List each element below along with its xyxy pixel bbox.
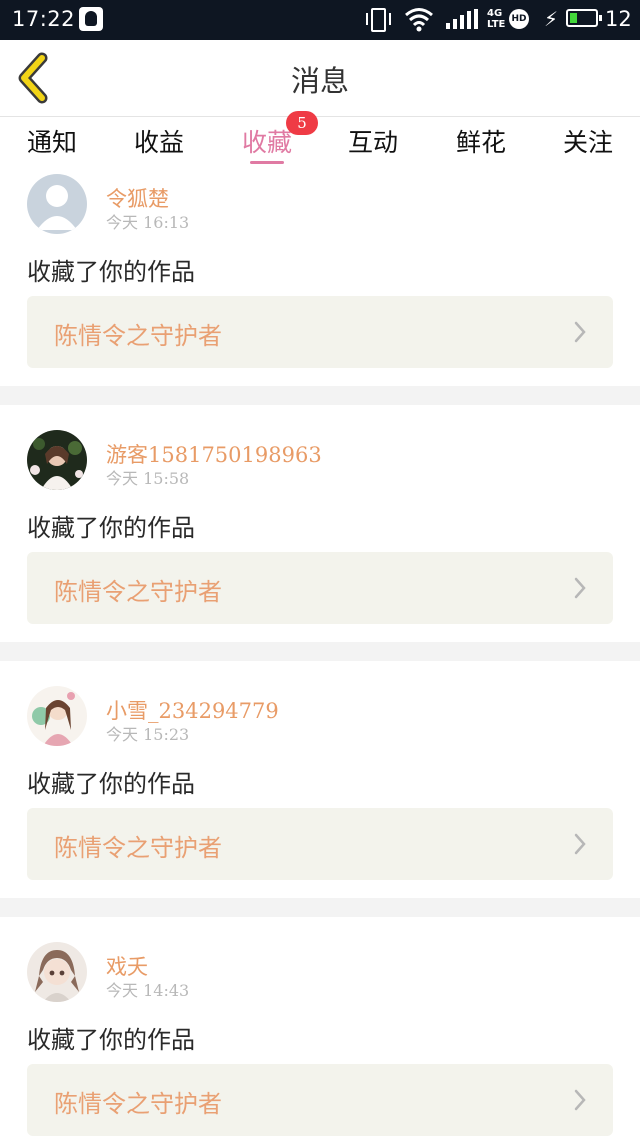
work-title: 陈情令之守护者 xyxy=(54,578,222,606)
default-avatar-icon xyxy=(27,174,87,234)
battery-percent: 12 xyxy=(605,7,632,31)
photo-avatar-icon xyxy=(27,430,87,490)
battery-icon xyxy=(566,9,602,27)
tab-notifications[interactable]: 通知 xyxy=(12,123,92,159)
status-bar: 17:22 4G LTE HD ⚡ 12 xyxy=(0,0,640,40)
status-time: 17:22 xyxy=(12,7,76,31)
chevron-right-icon xyxy=(574,577,586,599)
avatar[interactable] xyxy=(27,430,87,490)
vibrate-icon xyxy=(366,8,391,32)
work-link-card[interactable]: 陈情令之守护者 xyxy=(27,296,613,368)
chevron-right-icon xyxy=(574,833,586,855)
qq-icon xyxy=(79,7,103,31)
battery-level xyxy=(570,13,577,23)
avatar[interactable] xyxy=(27,942,87,1002)
network-type-label: 4G LTE xyxy=(487,8,506,30)
work-link-card[interactable]: 陈情令之守护者 xyxy=(27,808,613,880)
work-link-card[interactable]: 陈情令之守护者 xyxy=(27,552,613,624)
message-time: 今天 14:43 xyxy=(106,981,190,1000)
message-action: 收藏了你的作品 xyxy=(27,1026,195,1054)
anime-avatar-icon xyxy=(27,942,87,1002)
tab-bar: 通知 收益 收藏 5 互动 鲜花 关注 xyxy=(0,111,640,169)
signal-icon xyxy=(446,9,478,29)
message-action: 收藏了你的作品 xyxy=(27,770,195,798)
work-title: 陈情令之守护者 xyxy=(54,834,222,862)
tab-earnings[interactable]: 收益 xyxy=(119,123,199,159)
tab-following[interactable]: 关注 xyxy=(548,123,628,159)
separator xyxy=(0,898,640,917)
charging-icon: ⚡ xyxy=(544,7,559,31)
favorites-badge: 5 xyxy=(286,111,318,135)
message-item: 戏夭 今天 14:43 收藏了你的作品 陈情令之守护者 xyxy=(0,942,640,1138)
work-title: 陈情令之守护者 xyxy=(54,322,222,350)
avatar[interactable] xyxy=(27,686,87,746)
tab-flowers[interactable]: 鲜花 xyxy=(441,123,521,159)
chevron-right-icon xyxy=(574,321,586,343)
avatar[interactable] xyxy=(27,174,87,234)
message-time: 今天 16:13 xyxy=(106,213,190,232)
hd-icon: HD xyxy=(509,9,529,29)
message-action: 收藏了你的作品 xyxy=(27,514,195,542)
separator xyxy=(0,642,640,661)
message-item: 游客1581750198963 今天 15:58 收藏了你的作品 陈情令之守护者 xyxy=(0,430,640,640)
separator xyxy=(0,386,640,405)
message-item: 小雪_234294779 今天 15:23 收藏了你的作品 陈情令之守护者 xyxy=(0,686,640,896)
message-time: 今天 15:23 xyxy=(106,725,190,744)
message-action: 收藏了你的作品 xyxy=(27,258,195,286)
message-time: 今天 15:58 xyxy=(106,469,190,488)
tab-interactions[interactable]: 互动 xyxy=(333,123,413,159)
chevron-right-icon xyxy=(574,1089,586,1111)
work-title: 陈情令之守护者 xyxy=(54,1090,222,1118)
anime-avatar-icon xyxy=(27,686,87,746)
page-title: 消息 xyxy=(290,64,349,98)
active-tab-indicator xyxy=(250,161,284,164)
work-link-card[interactable]: 陈情令之守护者 xyxy=(27,1064,613,1136)
message-item: 令狐楚 今天 16:13 收藏了你的作品 陈情令之守护者 xyxy=(0,174,640,384)
header: 消息 xyxy=(0,40,640,117)
wifi-icon xyxy=(405,8,433,32)
